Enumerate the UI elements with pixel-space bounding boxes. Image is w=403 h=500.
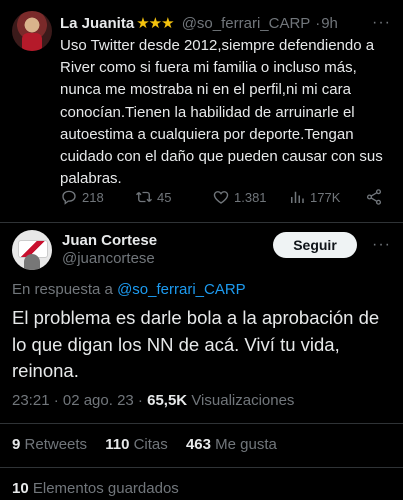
retweet-count: 45: [157, 189, 172, 205]
views-label: Visualizaciones: [191, 392, 295, 409]
avatar[interactable]: [12, 11, 52, 51]
divider: [0, 467, 403, 468]
retweet-icon: [136, 191, 152, 203]
reply-icon: [62, 190, 76, 205]
tweet-text: El problema es darle bola a la aprobació…: [12, 307, 380, 381]
bookmarks-label: Elementos guardados: [32, 480, 179, 497]
user-handle[interactable]: @juancortese: [62, 250, 155, 267]
bookmarks-count: 10: [12, 480, 29, 497]
reply-button[interactable]: 218: [60, 188, 104, 206]
retweets-label: Retweets: [24, 436, 88, 453]
reply-count: 218: [82, 189, 104, 205]
divider: [0, 423, 403, 424]
follow-button[interactable]: Seguir: [273, 232, 357, 258]
more-icon[interactable]: ···: [372, 14, 391, 32]
more-icon[interactable]: ···: [372, 236, 391, 254]
timestamp[interactable]: 23:21 · 02 ago. 23 ·: [12, 392, 143, 409]
share-icon: [366, 189, 382, 205]
star-emoji-badge: ★★★: [136, 15, 174, 32]
like-button[interactable]: 1.381: [212, 188, 267, 206]
likes-count: 463: [185, 436, 211, 453]
share-button[interactable]: [365, 188, 383, 206]
retweet-button[interactable]: 45: [135, 188, 171, 206]
views-count: 177K: [310, 189, 341, 205]
reply-context: En respuesta a @so_ferrari_CARP: [12, 281, 246, 298]
views-count: 65,5K: [147, 392, 188, 409]
user-handle[interactable]: @so_ferrari_CARP: [182, 15, 310, 32]
views-icon: [291, 191, 304, 203]
bookmarks-stat[interactable]: 10 Elementos guardados: [12, 480, 179, 497]
tweet-actions: 218 45 1.381 177K: [60, 188, 390, 208]
like-count: 1.381: [234, 189, 267, 205]
quotes-label: Citas: [133, 436, 168, 453]
display-name[interactable]: Juan Cortese: [62, 232, 157, 249]
tweet-time[interactable]: 9h: [321, 15, 338, 32]
like-icon: [213, 191, 229, 204]
likes-stat[interactable]: 463 Me gusta: [186, 436, 277, 453]
likes-label: Me gusta: [215, 436, 277, 453]
retweets-count: 9: [12, 436, 21, 453]
reply-prefix: En respuesta a: [12, 281, 113, 298]
divider: [0, 222, 403, 223]
display-name[interactable]: La Juanita: [60, 15, 134, 32]
retweets-stat[interactable]: 9 Retweets: [12, 436, 87, 453]
quotes-count: 110: [105, 436, 130, 453]
quotes-stat[interactable]: 110 Citas: [105, 436, 168, 453]
reply-mention-link[interactable]: @so_ferrari_CARP: [117, 281, 246, 298]
tweet-header: La Juanita ★★★ @so_ferrari_CARP ·9h: [60, 14, 338, 32]
separator-dot: ·: [315, 15, 321, 32]
tweet-stats: 9 Retweets 110 Citas 463 Me gusta: [12, 436, 277, 453]
views-button[interactable]: 177K: [288, 188, 340, 206]
tweet-meta: 23:21 · 02 ago. 23 · 65,5K Visualizacion…: [12, 392, 294, 409]
original-tweet[interactable]: La Juanita ★★★ @so_ferrari_CARP ·9h ··· U…: [0, 0, 403, 222]
avatar[interactable]: [12, 230, 52, 270]
tweet-text: Uso Twitter desde 2012,siempre defendien…: [60, 37, 383, 188]
